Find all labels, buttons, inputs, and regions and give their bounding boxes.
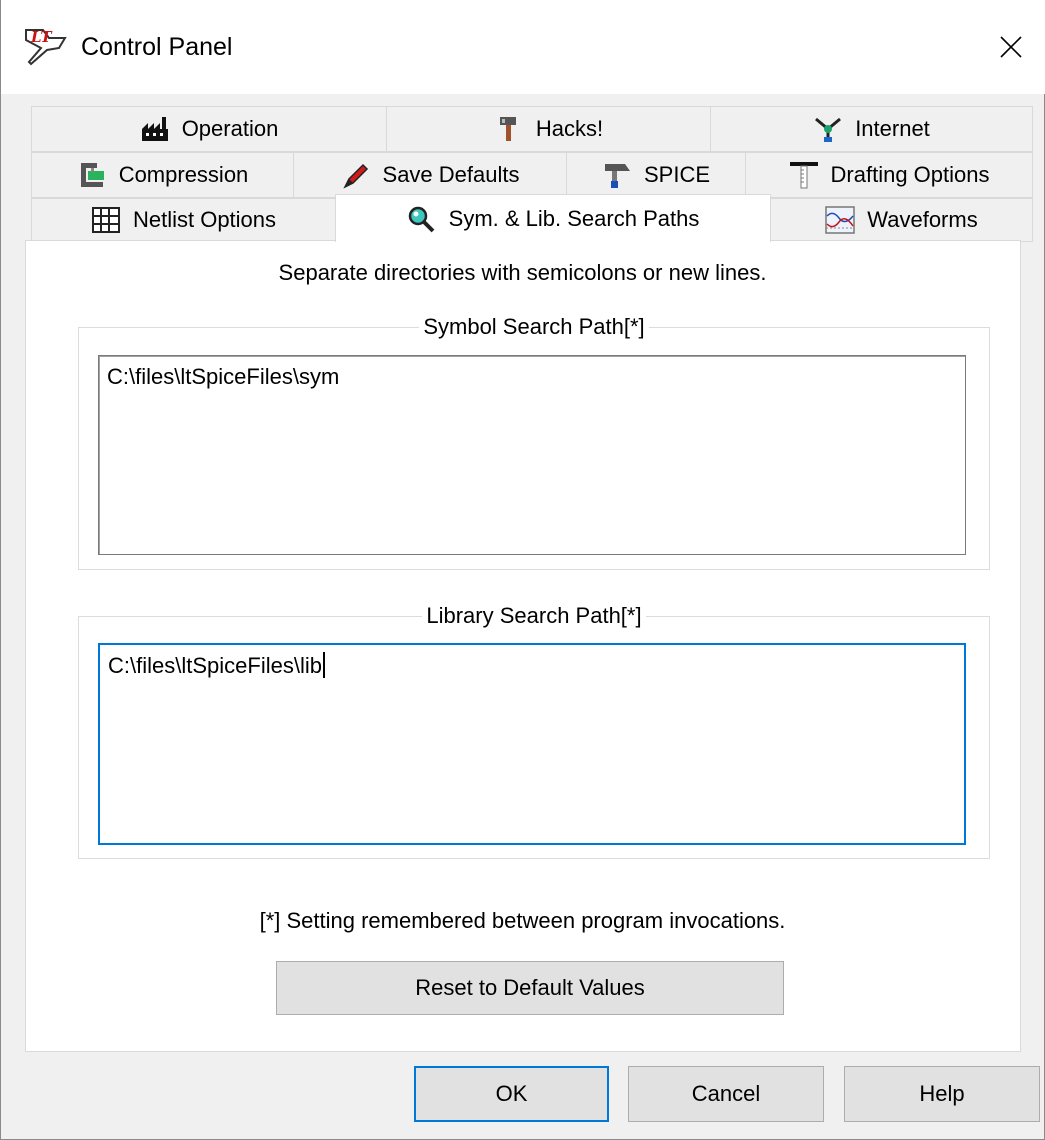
pen-icon <box>342 163 368 189</box>
tab-internet[interactable]: Internet <box>710 106 1033 152</box>
text-caret <box>322 652 325 678</box>
waveform-icon <box>825 206 856 234</box>
factory-icon <box>141 117 168 141</box>
window-title: Control Panel <box>81 33 233 61</box>
tab-compression-label: Compression <box>118 162 249 187</box>
tab-waveforms-label: Waveforms <box>867 207 978 232</box>
tab-waveforms[interactable]: Waveforms <box>770 198 1033 242</box>
tab-compression[interactable]: Compression <box>31 152 294 198</box>
svg-text:LT: LT <box>30 28 53 46</box>
title-bar: LT Control Panel <box>1 0 1045 94</box>
reset-to-default-button[interactable]: Reset to Default Values <box>276 961 784 1015</box>
tab-hacks-label: Hacks! <box>535 116 604 141</box>
control-panel-window: LT Control Panel Operation Hacks! Intern… <box>0 0 1045 1140</box>
remembered-setting-note: [*] Setting remembered between program i… <box>259 908 786 933</box>
tab-drafting-options[interactable]: Drafting Options <box>745 152 1033 198</box>
library-search-path-value: C:\files\ltSpiceFiles\lib <box>108 653 322 678</box>
tab-operation-label: Operation <box>181 116 279 141</box>
magnifier-icon <box>408 206 435 232</box>
tab-spice-label: SPICE <box>643 162 711 187</box>
library-search-path-input[interactable]: C:\files\ltSpiceFiles\lib <box>98 643 966 845</box>
tab-netlist-options-label: Netlist Options <box>132 207 277 232</box>
symbol-search-path-input[interactable]: C:\files\ltSpiceFiles\sym <box>98 355 966 555</box>
tab-spice[interactable]: SPICE <box>566 152 746 198</box>
ltspice-logo-icon: LT <box>25 28 67 66</box>
ruler-icon <box>789 162 818 189</box>
clamp-icon <box>80 163 104 187</box>
tab-hacks[interactable]: Hacks! <box>386 106 711 152</box>
separator-hint-text: Separate directories with semicolons or … <box>278 260 767 285</box>
tab-operation[interactable]: Operation <box>31 106 387 152</box>
grid-icon <box>91 207 120 233</box>
cancel-button[interactable]: Cancel <box>628 1066 824 1122</box>
spice-hammer-icon <box>604 164 630 188</box>
help-button[interactable]: Help <box>844 1066 1040 1122</box>
close-icon <box>1000 36 1022 58</box>
tab-internet-label: Internet <box>855 116 930 141</box>
hammer-icon <box>499 117 516 141</box>
ok-button[interactable]: OK <box>414 1066 609 1122</box>
tab-save-defaults[interactable]: Save Defaults <box>293 152 567 198</box>
tab-sym-lib-search-paths[interactable]: Sym. & Lib. Search Paths <box>335 194 771 242</box>
network-icon <box>815 117 842 142</box>
close-button[interactable] <box>976 0 1045 94</box>
tab-save-defaults-label: Save Defaults <box>382 162 520 187</box>
tab-sym-lib-search-paths-label: Sym. & Lib. Search Paths <box>448 205 700 231</box>
tab-netlist-options[interactable]: Netlist Options <box>31 198 336 242</box>
tab-drafting-options-label: Drafting Options <box>830 162 990 187</box>
